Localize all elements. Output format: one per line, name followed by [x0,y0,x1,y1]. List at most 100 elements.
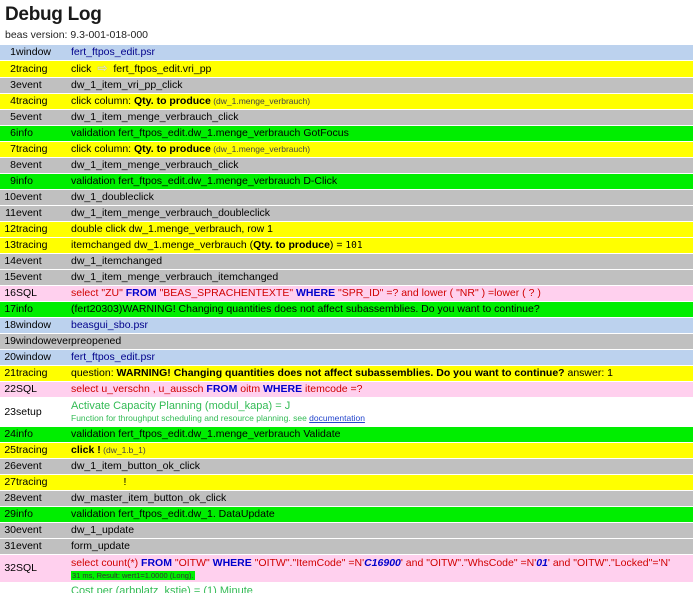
sql-result: 31 ms, Result: wert1=1.0000 (Long). [71,571,195,580]
page-title: Debug Log [5,4,693,26]
row-number: 4 [0,94,16,110]
row-type: tracing [16,443,71,459]
documentation-link[interactable]: documentation [309,413,365,423]
log-row[interactable]: 2tracingclick ⇨ fert_ftpos_edit.vri_pp [0,61,693,78]
row-message: double click dw_1.menge_verbrauch, row 1 [71,222,693,238]
log-row[interactable]: 24infovalidation fert_ftpos_edit.dw_1.me… [0,427,693,443]
row-number: 31 [0,539,16,555]
log-row[interactable]: 21tracingquestion: WARNING! Changing qua… [0,366,693,382]
log-row[interactable]: 7tracingclick column: Qty. to produce (d… [0,142,693,158]
row-type: event [16,491,71,507]
message-fragment: WARNING! Changing quantities does not af… [117,367,565,379]
row-type: windowevent [16,334,71,350]
message-text: (fert20303)WARNING! Changing quantities … [71,303,540,315]
row-type: event [16,254,71,270]
log-row[interactable]: 1windowfert_ftpos_edit.psr [0,45,693,61]
row-message: select "ZU" FROM "BEAS_SPRACHENTEXTE" WH… [71,286,693,302]
row-type: window [16,45,71,61]
log-row[interactable]: 12tracingdouble click dw_1.menge_verbrau… [0,222,693,238]
row-message: dw_1_doubleclick [71,190,693,206]
setup-description: Function for throughput scheduling and r… [71,413,693,424]
version-label: beas version: 9.3-001-018-000 [5,29,693,41]
message-fragment: =N' [518,557,537,569]
message-text: dw_1_item_menge_verbrauch_doubleclick [71,207,270,219]
log-row[interactable]: 6infovalidation fert_ftpos_edit.dw_1.men… [0,126,693,142]
row-number: 28 [0,491,16,507]
log-row[interactable]: 3eventdw_1_item_vri_pp_click [0,78,693,94]
message-text: dw_1_item_button_ok_click [71,460,200,472]
row-message: preopened [71,334,693,350]
log-row[interactable]: 26eventdw_1_item_button_ok_click [0,459,693,475]
row-type: event [16,78,71,94]
log-row[interactable]: 19windoweventpreopened [0,334,693,350]
log-row[interactable]: 4tracingclick column: Qty. to produce (d… [0,94,693,110]
log-row[interactable]: 13tracingitemchanged dw_1.menge_verbrauc… [0,238,693,254]
log-row[interactable]: 9infovalidation fert_ftpos_edit.dw_1.men… [0,174,693,190]
row-number: 3 [0,78,16,94]
row-type: tracing [16,366,71,382]
log-row[interactable]: 23setupActivate Capacity Planning (modul… [0,398,693,427]
message-text: validation fert_ftpos_edit.dw_1.menge_ve… [71,428,340,440]
message-text: dw_1_item_menge_verbrauch_click [71,159,239,171]
row-type: SQL [16,382,71,398]
message-text: ! [71,476,126,488]
message-fragment: ! [71,476,126,488]
log-row[interactable]: 5eventdw_1_item_menge_verbrauch_click [0,110,693,126]
log-row[interactable]: 28eventdw_master_item_button_ok_click [0,491,693,507]
log-row[interactable]: 18windowbeasgui_sbo.psr [0,318,693,334]
log-row[interactable]: 29infovalidation fert_ftpos_edit.dw_1. D… [0,507,693,523]
message-text: click ! (dw_1.b_1) [71,444,146,456]
message-fragment: itemcode =? [302,383,362,395]
log-row[interactable]: 14eventdw_1_itemchanged [0,254,693,270]
row-type: setup [16,583,71,593]
log-row[interactable]: 25tracingclick ! (dw_1.b_1) [0,443,693,459]
row-type: tracing [16,238,71,254]
log-row[interactable]: 22SQLselect u_verschn , u_aussch FROM oi… [0,382,693,398]
log-row[interactable]: 20windowfert_ftpos_edit.psr [0,350,693,366]
row-message: validation fert_ftpos_edit.dw_1.menge_ve… [71,174,693,190]
row-message: dw_1_item_menge_verbrauch_click [71,110,693,126]
message-fragment: (dw_1.menge_verbrauch) [211,144,310,154]
message-fragment: 01 [536,557,548,569]
row-message: question: WARNING! Changing quantities d… [71,366,693,382]
message-fragment: "NR" [456,287,479,299]
log-row[interactable]: 17info(fert20303)WARNING! Changing quant… [0,302,693,318]
row-message: (fert20303)WARNING! Changing quantities … [71,302,693,318]
message-fragment: "OITW" [175,557,210,569]
message-fragment: ' and [548,557,573,569]
log-row[interactable]: 31eventform_update [0,539,693,555]
message-fragment: "OITW"."ItemCode" [255,557,346,569]
message-fragment: itemchanged dw_1.menge_verbrauch ( [71,239,253,251]
log-row[interactable]: 15eventdw_1_item_menge_verbrauch_itemcha… [0,270,693,286]
row-number: 10 [0,190,16,206]
message-fragment: fert_ftpos_edit.vri_pp [110,63,211,75]
message-fragment: WHERE [213,557,252,569]
message-fragment: Qty. to produce [253,239,330,251]
log-row[interactable]: 11eventdw_1_item_menge_verbrauch_doublec… [0,206,693,222]
message-fragment: =N' [345,557,364,569]
message-fragment: "OITW"."WhsCode" [426,557,517,569]
log-row[interactable]: 30eventdw_1_update [0,523,693,539]
row-message: ! [71,475,693,491]
log-row[interactable]: 10eventdw_1_doubleclick [0,190,693,206]
row-number: 32 [0,555,16,583]
row-type: tracing [16,142,71,158]
message-text: dw_1_item_menge_verbrauch_click [71,111,239,123]
message-fragment: ' and [401,557,426,569]
message-fragment: click column: [71,95,134,107]
log-row[interactable]: 33setupCost per (arbplatz_kstje) = (1) M… [0,583,693,593]
log-row[interactable]: 27tracing ! [0,475,693,491]
row-message: validation fert_ftpos_edit.dw_1. DataUpd… [71,507,693,523]
row-message: fert_ftpos_edit.psr [71,45,693,61]
log-row[interactable]: 8eventdw_1_item_menge_verbrauch_click [0,158,693,174]
log-row[interactable]: 32SQLselect count(*) FROM "OITW" WHERE "… [0,555,693,583]
message-fragment: select [71,287,101,299]
row-number: 6 [0,126,16,142]
message-fragment: WHERE [263,383,302,395]
message-fragment: question: [71,367,117,379]
message-text: question: WARNING! Changing quantities d… [71,367,613,379]
log-row[interactable]: 16SQLselect "ZU" FROM "BEAS_SPRACHENTEXT… [0,286,693,302]
row-type: event [16,158,71,174]
message-fragment: select u_verschn , u_aussch [71,383,206,395]
message-fragment: "ZU" [101,287,122,299]
